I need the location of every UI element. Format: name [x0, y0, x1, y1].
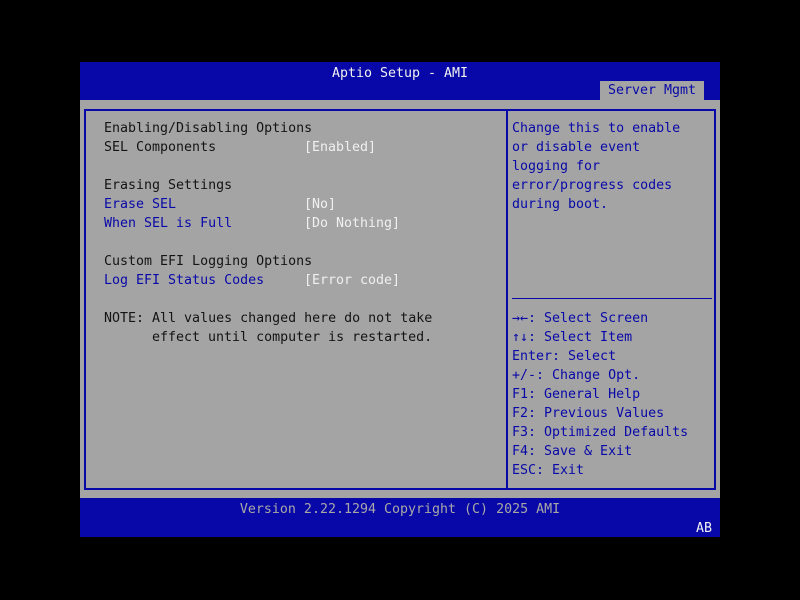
footer-bar: Version 2.22.1294 Copyright (C) 2025 AMI… — [80, 498, 720, 537]
key-hint-select-screen: →←: Select Screen — [512, 311, 649, 326]
note-text: NOTE: All values changed here do not tak… — [104, 311, 433, 326]
section-heading: Enabling/Disabling Options — [104, 121, 313, 136]
help-text: error/progress codes — [512, 178, 673, 193]
help-text: or disable event — [512, 140, 641, 155]
key-hint-f4: F4: Save & Exit — [512, 444, 633, 459]
key-hint-f2: F2: Previous Values — [512, 406, 665, 421]
key-hint-enter: Enter: Select — [512, 349, 617, 364]
help-text: logging for — [512, 159, 601, 174]
tab-server-mgmt[interactable]: Server Mgmt — [600, 81, 704, 100]
bios-setup-window: Aptio Setup - AMI Server Mgmt Enabling/D… — [80, 62, 720, 537]
setting-label-log-efi[interactable]: Log EFI Status Codes — [104, 271, 264, 290]
setting-value-sel-components[interactable]: [Enabled] — [304, 138, 376, 157]
setting-value-erase-sel[interactable]: [No] — [304, 195, 336, 214]
key-hint-f1: F1: General Help — [512, 387, 641, 402]
setting-value-log-efi[interactable]: [Error code] — [304, 271, 400, 290]
footer-badge: AB — [695, 521, 712, 536]
help-divider — [512, 298, 712, 299]
key-hint-change-opt: +/-: Change Opt. — [512, 368, 641, 383]
version-text: Version 2.22.1294 Copyright (C) 2025 AMI — [239, 502, 561, 517]
header-bar: Aptio Setup - AMI Server Mgmt — [80, 62, 720, 100]
key-hint-f3: F3: Optimized Defaults — [512, 425, 689, 440]
key-hint-esc: ESC: Exit — [512, 463, 585, 478]
setting-label-sel-components[interactable]: SEL Components — [104, 138, 216, 157]
setting-label-when-sel-full[interactable]: When SEL is Full — [104, 214, 232, 233]
setting-label-erase-sel[interactable]: Erase SEL — [104, 195, 176, 214]
note-text: effect until computer is restarted. — [152, 330, 433, 345]
section-heading: Erasing Settings — [104, 178, 233, 193]
key-hint-select-item: ↑↓: Select Item — [512, 330, 633, 345]
help-text: Change this to enable — [512, 121, 681, 136]
setting-value-when-sel-full[interactable]: [Do Nothing] — [304, 214, 400, 233]
help-text: during boot. — [512, 197, 609, 212]
section-heading: Custom EFI Logging Options — [104, 254, 313, 269]
panel-divider — [506, 109, 508, 490]
